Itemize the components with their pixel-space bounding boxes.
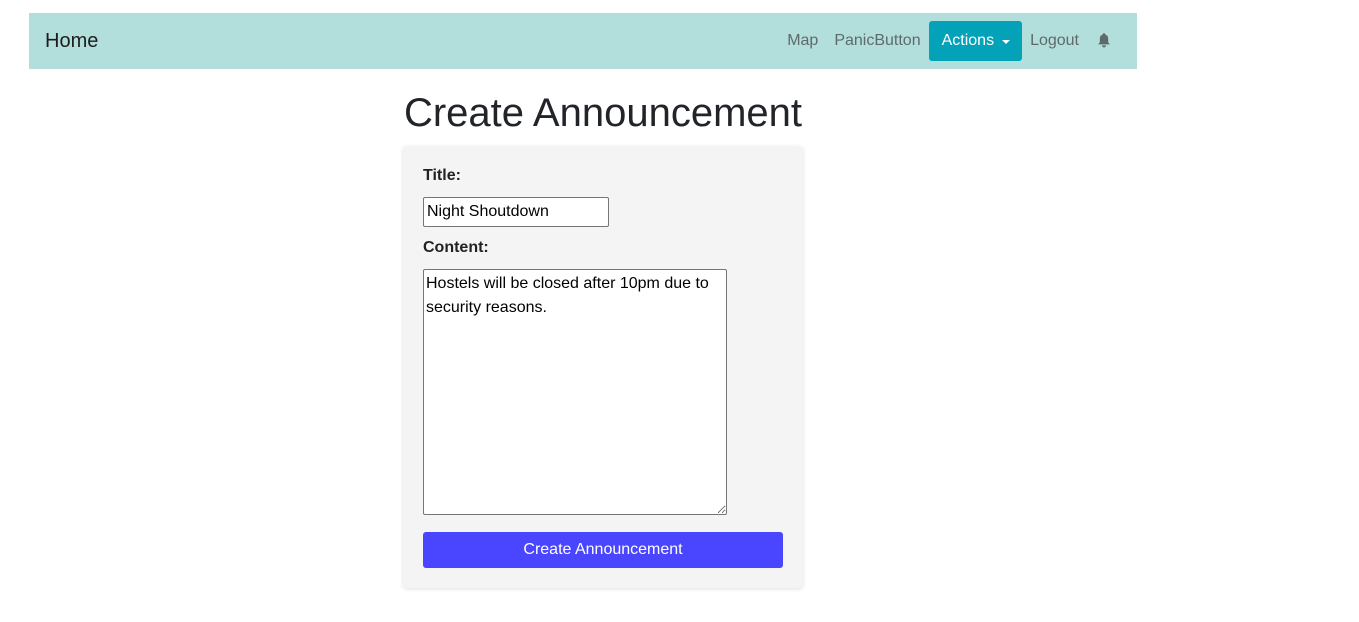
create-announcement-button[interactable]: Create Announcement xyxy=(423,532,783,568)
logout-link[interactable]: Logout xyxy=(1022,21,1087,61)
title-input[interactable] xyxy=(423,197,609,227)
title-label: Title: xyxy=(423,167,461,184)
top-navbar: Home Map PanicButton Actions Logout xyxy=(29,13,1137,69)
content-textarea[interactable]: Hostels will be closed after 10pm due to… xyxy=(423,269,727,515)
map-link[interactable]: Map xyxy=(779,21,826,61)
actions-dropdown-button[interactable]: Actions xyxy=(928,21,1023,61)
content-label: Content: xyxy=(423,239,489,256)
navbar-links: Map PanicButton Actions Logout xyxy=(779,21,1115,61)
actions-label: Actions xyxy=(941,32,995,49)
home-link[interactable]: Home xyxy=(45,13,98,69)
panic-button-link[interactable]: PanicButton xyxy=(826,21,928,61)
announcement-form: Title: Content: Hostels will be closed a… xyxy=(403,146,803,588)
caret-down-icon xyxy=(1002,39,1011,44)
page-title: Create Announcement xyxy=(403,91,803,135)
bell-icon[interactable] xyxy=(1093,21,1115,61)
